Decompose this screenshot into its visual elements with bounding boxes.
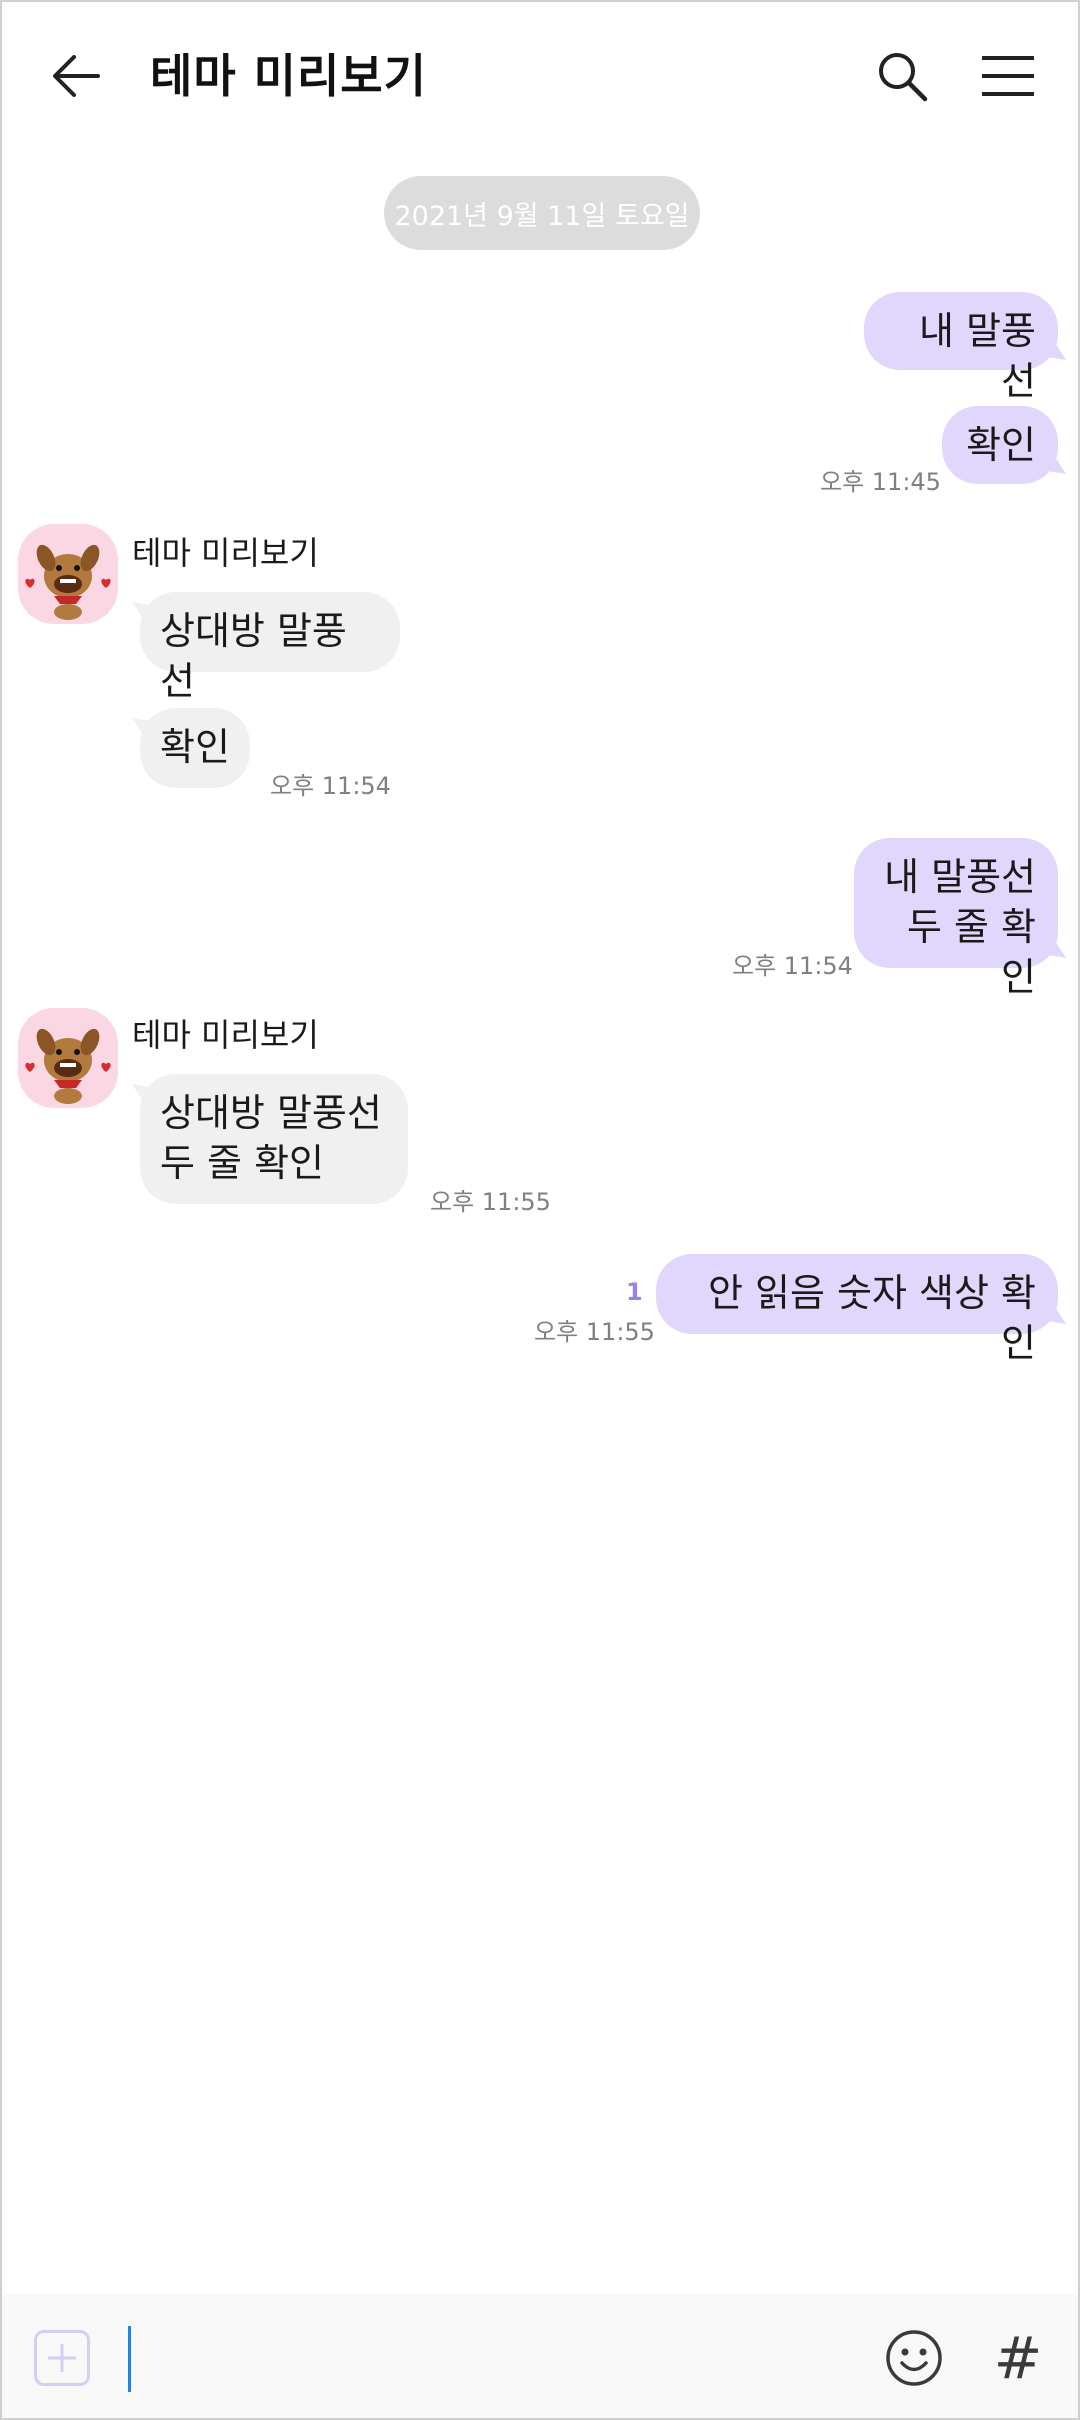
my-message-bubble[interactable]: 확인 xyxy=(942,406,1058,484)
arrow-left-icon xyxy=(53,55,100,97)
other-message-bubble[interactable]: 상대방 말풍선 두 줄 확인 xyxy=(140,1074,408,1204)
search-icon xyxy=(879,53,928,102)
plus-icon xyxy=(48,2344,76,2372)
message-time: 오후 11:55 xyxy=(430,1188,551,1216)
chat-title: 테마 미리보기 xyxy=(150,49,427,103)
my-message-bubble[interactable]: 내 말풍선 xyxy=(864,292,1058,403)
message-input[interactable] xyxy=(122,2324,866,2394)
hashtag-search-button[interactable]: # xyxy=(984,2324,1052,2392)
emoji-button[interactable] xyxy=(880,2324,948,2392)
dog-character-icon xyxy=(25,1028,111,1104)
unread-count: 1 xyxy=(626,1278,643,1306)
top-bar: 테마 미리보기 xyxy=(2,2,1078,142)
attach-button[interactable] xyxy=(34,2330,90,2386)
avatar[interactable] xyxy=(18,524,118,624)
text-cursor xyxy=(128,2326,131,2392)
search-button[interactable] xyxy=(864,40,940,112)
message-time: 오후 11:54 xyxy=(270,772,391,800)
hamburger-menu-icon xyxy=(982,56,1034,96)
other-message-bubble[interactable]: 상대방 말풍선 xyxy=(140,592,400,703)
date-divider: 2021년 9월 11일 토요일 xyxy=(384,176,700,250)
dog-character-icon xyxy=(25,544,111,620)
sender-name: 테마 미리보기 xyxy=(132,1016,319,1054)
my-message-bubble[interactable]: 안 읽음 숫자 색상 확인 xyxy=(656,1254,1058,1365)
message-input-bar: # xyxy=(2,2294,1078,2418)
back-button[interactable] xyxy=(40,40,112,112)
sender-name: 테마 미리보기 xyxy=(132,534,319,572)
avatar[interactable] xyxy=(18,1008,118,1108)
emoji-smile-icon xyxy=(886,2330,942,2386)
message-time: 오후 11:54 xyxy=(732,952,853,980)
other-message-bubble[interactable]: 확인 xyxy=(140,708,250,788)
message-time: 오후 11:55 xyxy=(534,1318,655,1346)
menu-button[interactable] xyxy=(970,40,1046,112)
message-time: 오후 11:45 xyxy=(820,468,941,496)
my-message-bubble[interactable]: 내 말풍선 두 줄 확인 xyxy=(854,838,1058,999)
